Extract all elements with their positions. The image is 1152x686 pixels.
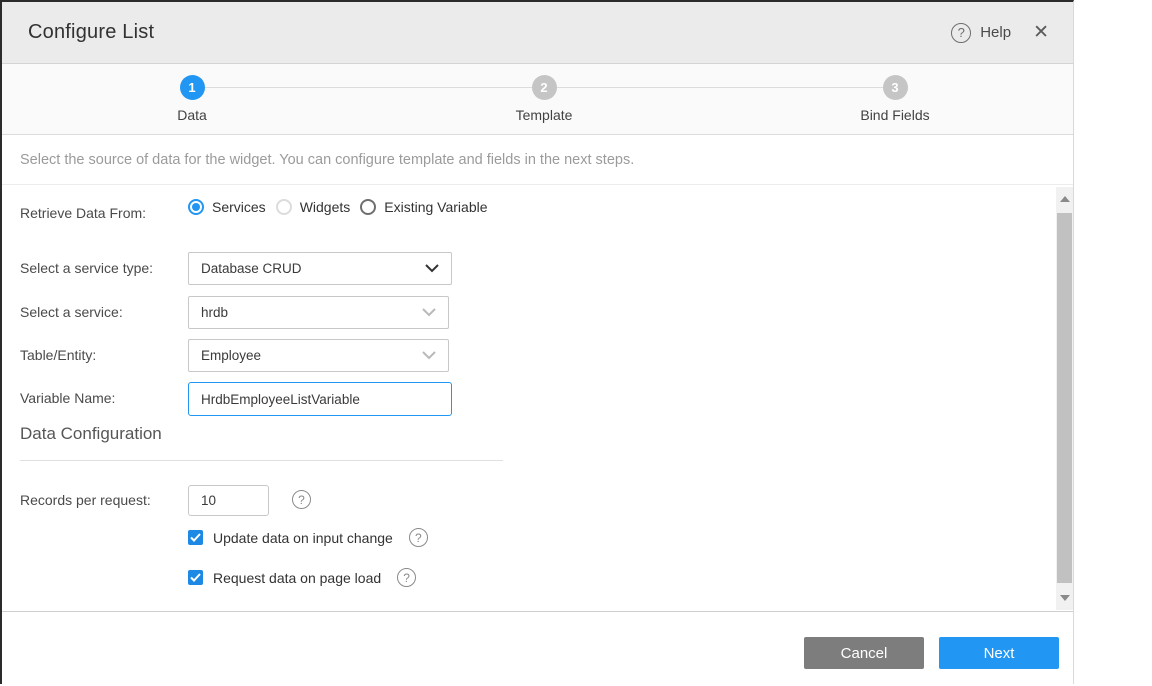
service-type-dropdown[interactable]: Database CRUD xyxy=(188,252,452,285)
service-type-label: Select a service type: xyxy=(20,260,153,276)
scrollbar-thumb[interactable] xyxy=(1057,213,1072,583)
step-template[interactable]: 2 Template xyxy=(484,64,604,123)
service-label: Select a service: xyxy=(20,304,123,320)
checkbox-checked-icon[interactable] xyxy=(188,530,203,545)
scroll-up-arrow-icon[interactable] xyxy=(1060,196,1070,202)
radio-label: Existing Variable xyxy=(384,199,487,215)
chevron-down-icon xyxy=(425,264,439,273)
step-data[interactable]: 1 Data xyxy=(132,64,252,123)
checkmark-icon xyxy=(190,573,201,582)
cancel-button[interactable]: Cancel xyxy=(804,637,924,669)
dialog-footer: Cancel Next xyxy=(2,611,1073,686)
service-type-value: Database CRUD xyxy=(201,261,425,276)
radio-services[interactable]: Services xyxy=(188,199,266,215)
radio-disabled-icon[interactable] xyxy=(276,199,292,215)
step-label: Bind Fields xyxy=(835,107,955,123)
chevron-down-icon xyxy=(422,351,436,360)
radio-existing-variable[interactable]: Existing Variable xyxy=(360,199,487,215)
section-divider xyxy=(20,460,503,461)
checkbox-checked-icon[interactable] xyxy=(188,570,203,585)
radio-widgets[interactable]: Widgets xyxy=(276,199,351,215)
checkbox-label: Request data on page load xyxy=(213,570,381,586)
step-number-badge[interactable]: 2 xyxy=(532,75,557,100)
help-button[interactable]: ? Help xyxy=(951,23,1011,43)
scrollbar[interactable] xyxy=(1056,187,1073,610)
radio-label: Widgets xyxy=(300,199,351,215)
retrieve-data-radio-group: Services Widgets Existing Variable xyxy=(188,199,488,215)
request-data-checkbox-row: Request data on page load ? xyxy=(188,568,416,587)
form-content: Retrieve Data From: Services Widgets Exi… xyxy=(2,186,1073,611)
variable-name-label: Variable Name: xyxy=(20,390,115,406)
variable-name-input[interactable] xyxy=(188,382,452,416)
records-per-request-input[interactable] xyxy=(188,485,269,516)
radio-unselected-icon[interactable] xyxy=(360,199,376,215)
table-entity-label: Table/Entity: xyxy=(20,347,96,363)
step-label: Template xyxy=(484,107,604,123)
configure-list-dialog: Configure List ? Help ✕ 1 Data 2 Templat… xyxy=(0,0,1074,684)
step-bind-fields[interactable]: 3 Bind Fields xyxy=(835,64,955,123)
step-number-badge[interactable]: 1 xyxy=(180,75,205,100)
close-icon[interactable]: ✕ xyxy=(1027,23,1055,42)
dialog-title: Configure List xyxy=(2,21,154,44)
help-icon[interactable]: ? xyxy=(409,528,428,547)
service-dropdown[interactable]: hrdb xyxy=(188,296,449,329)
radio-selected-icon[interactable] xyxy=(188,199,204,215)
help-icon[interactable]: ? xyxy=(292,490,311,509)
retrieve-data-label: Retrieve Data From: xyxy=(20,205,146,221)
dialog-subtitle: Select the source of data for the widget… xyxy=(2,136,1073,185)
update-data-checkbox-row: Update data on input change ? xyxy=(188,528,428,547)
wizard-stepper: 1 Data 2 Template 3 Bind Fields xyxy=(2,64,1073,135)
step-label: Data xyxy=(132,107,252,123)
scroll-down-arrow-icon[interactable] xyxy=(1060,595,1070,601)
help-icon[interactable]: ? xyxy=(397,568,416,587)
chevron-down-icon xyxy=(422,308,436,317)
stepper-connector xyxy=(204,87,532,88)
records-per-request-label: Records per request: xyxy=(20,492,151,508)
dialog-header: Configure List ? Help ✕ xyxy=(2,2,1073,64)
checkbox-label: Update data on input change xyxy=(213,530,393,546)
help-icon[interactable]: ? xyxy=(951,23,971,43)
data-configuration-heading: Data Configuration xyxy=(20,424,162,444)
table-entity-value: Employee xyxy=(201,348,422,363)
radio-label: Services xyxy=(212,199,266,215)
step-number-badge[interactable]: 3 xyxy=(883,75,908,100)
service-value: hrdb xyxy=(201,305,422,320)
checkmark-icon xyxy=(190,533,201,542)
next-button[interactable]: Next xyxy=(939,637,1059,669)
table-entity-dropdown[interactable]: Employee xyxy=(188,339,449,372)
help-label[interactable]: Help xyxy=(980,24,1011,41)
